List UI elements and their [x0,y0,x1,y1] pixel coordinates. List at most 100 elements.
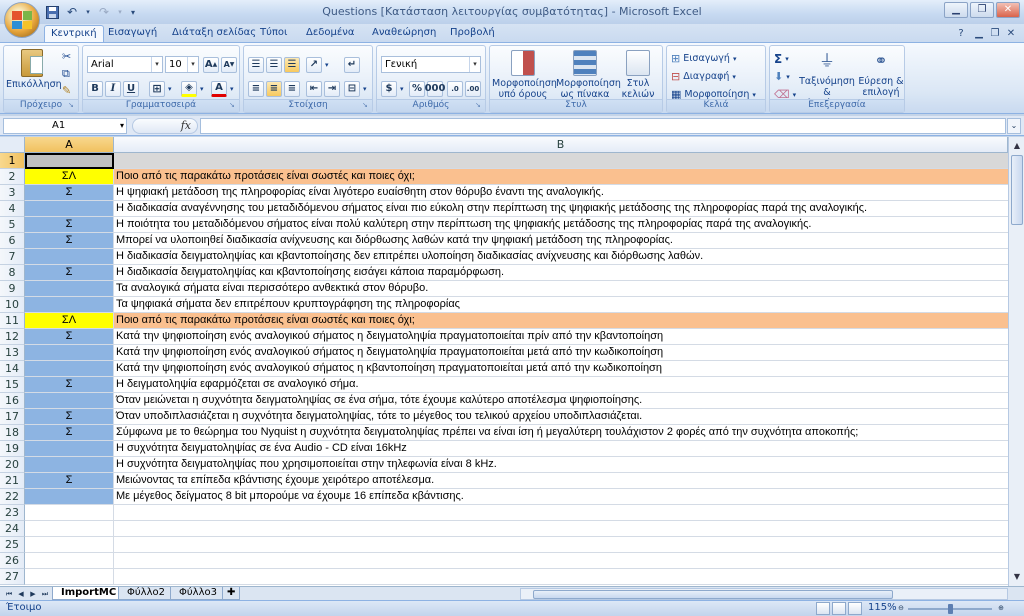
prev-sheet-icon[interactable]: ◀ [16,588,26,600]
cell-b[interactable]: Κατά την ψηφιοποίηση ενός αναλογικού σήμ… [114,361,1008,377]
row-header[interactable]: 10 [0,297,25,313]
insert-cells-button[interactable]: ⊞ Εισαγωγή ▾ [671,50,736,67]
align-middle-button[interactable]: ☰ [266,56,282,73]
cell-b[interactable] [114,521,1008,537]
ribbon-restore-icon[interactable]: ❐ [988,27,1002,41]
cut-button[interactable]: ✂ [62,48,71,65]
cell-a[interactable]: ΣΛ [25,313,114,329]
cell-a[interactable] [25,249,114,265]
cell-a[interactable] [25,393,114,409]
help-icon[interactable]: ? [954,27,968,41]
number-format-select[interactable]: Γενική ▾ [381,56,481,73]
cell-b[interactable]: Όταν υποδιπλασιάζεται η συχνότητα δειγμα… [114,409,1008,425]
row-header[interactable]: 18 [0,425,25,441]
row-header[interactable]: 8 [0,265,25,281]
formula-input[interactable] [200,118,1006,134]
close-button[interactable]: ✕ [996,2,1020,18]
increase-indent-button[interactable]: ⇥ [324,80,340,97]
row-header[interactable]: 23 [0,505,25,521]
office-button[interactable] [4,2,40,38]
cell-b[interactable]: Κατά την ψηφιοποίηση ενός αναλογικού σήμ… [114,345,1008,361]
column-header-a[interactable]: A [25,137,114,153]
clipboard-launcher-icon[interactable]: ↘ [68,102,76,110]
scroll-up-icon[interactable]: ▲ [1010,139,1024,153]
row-header[interactable]: 5 [0,217,25,233]
row-header[interactable]: 13 [0,345,25,361]
row-header[interactable]: 27 [0,569,25,585]
row-header[interactable]: 15 [0,377,25,393]
conditional-formatting-button[interactable]: Μορφοποίηση υπό όρους [492,50,557,100]
borders-button[interactable]: ⊞ ▾ [149,80,172,97]
cell-b[interactable]: Η διαδικασία δειγματοληψίας και κβαντοπο… [114,265,1008,281]
wrap-text-button[interactable]: ↵ [344,56,360,73]
grow-font-button[interactable]: A ▲ [203,56,219,73]
cell-b[interactable]: Μειώνοντας τα επίπεδα κβάντισης έχουμε χ… [114,473,1008,489]
font-launcher-icon[interactable]: ↘ [229,102,237,110]
row-header[interactable]: 4 [0,201,25,217]
merge-center-button[interactable]: ⊟ ▾ [344,80,367,97]
align-center-button[interactable]: ≡ [266,80,282,97]
font-color-button[interactable]: A ▾ [211,80,234,97]
tab-review[interactable]: Αναθεώρηση [366,25,442,42]
align-left-button[interactable]: ≡ [248,80,264,97]
decrease-decimal-button[interactable]: .00 [465,80,481,97]
cell-a[interactable] [25,361,114,377]
expand-formula-bar-icon[interactable]: ⌄ [1007,118,1021,134]
font-size-select[interactable]: 10 ▾ [165,56,199,73]
autosum-button[interactable]: Σ ▾ [774,50,789,67]
copy-button[interactable]: ⧉ [62,65,70,82]
cell-b[interactable] [114,505,1008,521]
cell-a[interactable] [25,441,114,457]
cell-a[interactable] [25,281,114,297]
align-top-button[interactable]: ☰ [248,56,264,73]
font-name-select[interactable]: Arial ▾ [87,56,163,73]
row-header[interactable]: 26 [0,553,25,569]
delete-cells-button[interactable]: ⊟ Διαγραφή ▾ [671,68,736,85]
cell-styles-button[interactable]: Στυλ κελιών [616,50,660,100]
align-right-button[interactable]: ≡ [284,80,300,97]
row-header[interactable]: 2 [0,169,25,185]
cell-a[interactable]: ΣΛ [25,169,114,185]
cell-a[interactable] [25,489,114,505]
row-header[interactable]: 12 [0,329,25,345]
zoom-out-icon[interactable]: ⊖ [896,602,906,614]
cell-a[interactable] [25,345,114,361]
orientation-button[interactable]: ↗ ▾ [306,56,329,73]
horizontal-scroll-thumb[interactable] [533,590,893,599]
cell-a[interactable] [25,569,114,585]
row-header[interactable]: 17 [0,409,25,425]
cell-a[interactable] [25,505,114,521]
tab-insert[interactable]: Εισαγωγή [102,25,163,42]
cell-a[interactable]: Σ [25,265,114,281]
zoom-level[interactable]: 115% [868,602,897,613]
tab-page-layout[interactable]: Διάταξη σελίδας [166,25,262,42]
insert-function-icon[interactable]: fx [181,119,191,132]
row-header[interactable]: 16 [0,393,25,409]
row-header[interactable]: 24 [0,521,25,537]
cell-b[interactable]: Τα ψηφιακά σήματα δεν επιτρέπουν κρυπτογ… [114,297,1008,313]
cell-a[interactable]: Σ [25,185,114,201]
cell-a[interactable] [25,153,114,169]
cell-b[interactable]: Ποιο από τις παρακάτω προτάσεις είναι σω… [114,313,1008,329]
select-all-corner[interactable] [0,137,25,153]
row-header[interactable]: 1 [0,153,25,169]
cell-a[interactable] [25,537,114,553]
cell-a[interactable]: Σ [25,473,114,489]
ribbon-close-icon[interactable]: ✕ [1004,27,1018,41]
cell-b[interactable]: Η συχνότητα δειγματοληψίας σε ένα Audio … [114,441,1008,457]
underline-button[interactable]: U [123,80,139,97]
number-launcher-icon[interactable]: ↘ [475,102,483,110]
sheet-tab-fyllo3[interactable]: Φύλλο3 [170,587,226,600]
cell-b[interactable]: Μπορεί να υλοποιηθεί διαδικασία ανίχνευσ… [114,233,1008,249]
row-header[interactable]: 3 [0,185,25,201]
column-header-b[interactable]: B [114,137,1008,153]
align-bottom-button[interactable]: ☰ [284,56,300,73]
normal-view-icon[interactable] [816,602,830,615]
bold-button[interactable]: B [87,80,103,97]
next-sheet-icon[interactable]: ▶ [28,588,38,600]
currency-button[interactable]: $ ▾ [381,80,404,97]
cell-a[interactable]: Σ [25,233,114,249]
row-header[interactable]: 7 [0,249,25,265]
scroll-down-icon[interactable]: ▼ [1010,570,1024,584]
last-sheet-icon[interactable]: ⏭ [40,588,50,600]
